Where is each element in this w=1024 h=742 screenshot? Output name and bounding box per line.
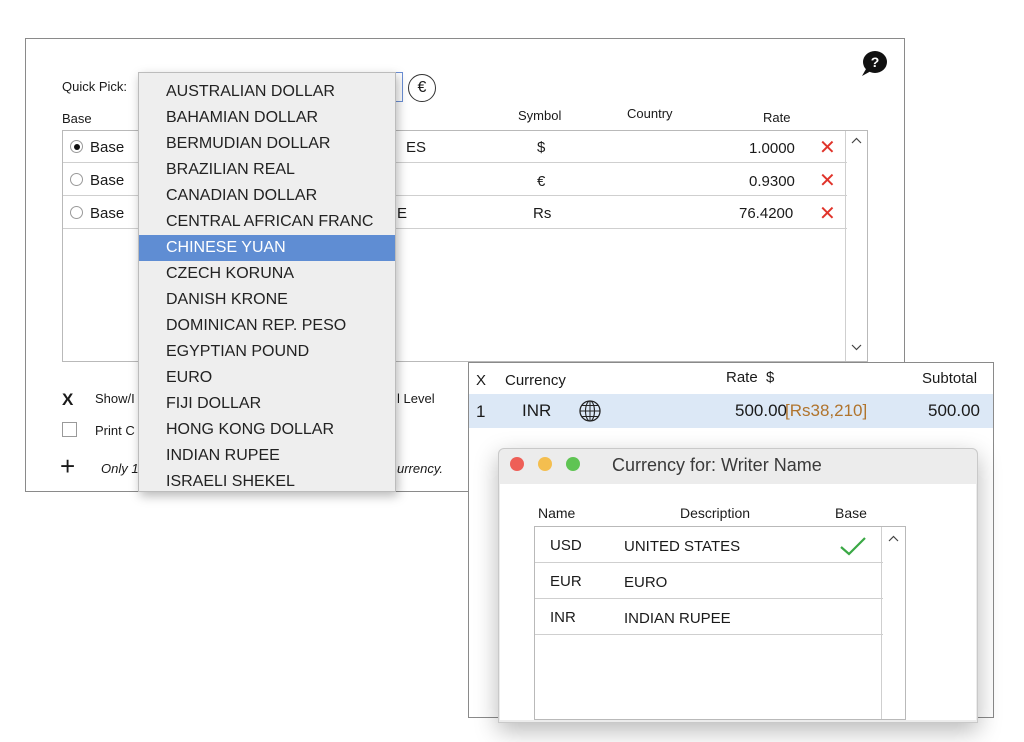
dialog-currency-table: USD UNITED STATES EUR EURO INR INDIAN RU… <box>534 526 906 720</box>
quick-pick-field-edge[interactable] <box>395 72 403 102</box>
base-radio[interactable] <box>70 206 83 219</box>
currency-symbol: $ <box>537 139 546 156</box>
scroll-up-icon[interactable] <box>851 137 862 144</box>
print-option-label: Print C <box>95 423 135 438</box>
quick-pick-label: Quick Pick: <box>62 79 128 94</box>
dropdown-item[interactable]: BAHAMIAN DOLLAR <box>139 105 395 131</box>
dropdown-item[interactable]: DOMINICAN REP. PESO <box>139 313 395 339</box>
column-header-symbol: Symbol <box>518 108 562 123</box>
line-item-subtotal: 500.00 <box>928 401 980 420</box>
dropdown-item[interactable]: FIJI DOLLAR <box>139 391 395 417</box>
currency-code: INR <box>550 609 576 626</box>
note-text-start: Only 1 <box>101 461 139 476</box>
table-row[interactable]: USD UNITED STATES <box>535 527 883 563</box>
help-icon[interactable]: ? <box>858 50 890 78</box>
column-header-name: Name <box>538 505 576 521</box>
base-radio[interactable] <box>70 140 83 153</box>
note-text-end: urrency. <box>397 461 443 476</box>
delete-icon[interactable]: ✕ <box>819 201 836 226</box>
euro-icon: € <box>417 79 427 96</box>
currency-name-fragment: E <box>397 205 408 222</box>
currency-rate[interactable]: 0.9300 <box>749 173 795 190</box>
line-item-currency: INR <box>522 401 552 420</box>
column-header-description: Description <box>680 505 751 521</box>
globe-icon[interactable] <box>578 399 602 423</box>
column-header-rate: Rate <box>763 110 791 125</box>
euro-icon-button[interactable]: € <box>408 74 436 102</box>
dropdown-item[interactable]: ISRAELI SHEKEL <box>139 469 395 491</box>
table-row[interactable]: INR INDIAN RUPEE <box>535 599 883 635</box>
column-header-currency: Currency <box>505 372 566 389</box>
show-option-label-end: l Level <box>397 391 435 406</box>
show-checkbox[interactable]: X <box>62 390 73 410</box>
column-header-country: Country <box>627 106 673 121</box>
currency-symbol: Rs <box>533 205 552 222</box>
dropdown-item[interactable]: CZECH KORUNA <box>139 261 395 287</box>
dialog-table-scrollbar[interactable] <box>881 527 905 719</box>
dialog-title: Currency for: Writer Name <box>612 455 822 475</box>
column-header-subtotal: Subtotal <box>922 370 978 387</box>
currency-description: UNITED STATES <box>624 538 741 555</box>
base-radio[interactable] <box>70 173 83 186</box>
scroll-up-icon[interactable] <box>888 535 899 542</box>
dropdown-item[interactable]: AUSTRALIAN DOLLAR <box>139 79 395 105</box>
close-window-button[interactable] <box>510 457 524 471</box>
base-check-icon <box>840 537 866 556</box>
base-label: Base <box>90 205 125 222</box>
delete-icon[interactable]: ✕ <box>819 135 836 160</box>
column-header-base: Base <box>835 505 867 521</box>
currency-description: EURO <box>624 574 668 591</box>
dropdown-item[interactable]: DANISH KRONE <box>139 287 395 313</box>
zoom-window-button[interactable] <box>566 457 580 471</box>
delete-icon[interactable]: ✕ <box>819 168 836 193</box>
base-label: Base <box>90 172 125 189</box>
currency-description: INDIAN RUPEE <box>624 610 731 627</box>
line-item-number: 1 <box>476 402 486 421</box>
minimize-window-button[interactable] <box>538 457 552 471</box>
dropdown-item[interactable]: CENTRAL AFRICAN FRANC <box>139 209 395 235</box>
dropdown-item[interactable]: HONG KONG DOLLAR <box>139 417 395 443</box>
dropdown-item[interactable]: EGYPTIAN POUND <box>139 339 395 365</box>
table-row[interactable]: EUR EURO <box>535 563 883 599</box>
column-header-base: Base <box>62 111 92 126</box>
currency-name-fragment: ES <box>406 139 427 156</box>
column-header-x: X <box>476 372 487 389</box>
line-item-converted-amount: [Rs38,210] <box>785 401 868 420</box>
currency-code: USD <box>550 537 582 554</box>
currency-rate[interactable]: 1.0000 <box>749 140 795 157</box>
scroll-down-icon[interactable] <box>851 344 862 351</box>
print-checkbox[interactable] <box>62 422 77 437</box>
dropdown-item[interactable]: INDIAN RUPEE <box>139 443 395 469</box>
show-option-label: Show/I <box>95 391 135 406</box>
quick-pick-dropdown[interactable]: AUSTRALIAN DOLLAR BAHAMIAN DOLLAR BERMUD… <box>138 72 396 492</box>
line-item-rate: 500.00 <box>735 401 787 420</box>
dropdown-item[interactable]: BERMUDIAN DOLLAR <box>139 131 395 157</box>
help-glyph: ? <box>871 54 880 70</box>
dropdown-item[interactable]: EURO <box>139 365 395 391</box>
dropdown-item[interactable]: CANADIAN DOLLAR <box>139 183 395 209</box>
column-header-rate: Rate $ <box>726 369 775 386</box>
base-label: Base <box>90 139 125 156</box>
table-scrollbar[interactable] <box>845 131 867 361</box>
dropdown-item[interactable]: BRAZILIAN REAL <box>139 157 395 183</box>
dropdown-item-selected[interactable]: CHINESE YUAN <box>139 235 395 261</box>
add-icon[interactable]: + <box>60 453 75 479</box>
currency-rate[interactable]: 76.4200 <box>739 205 793 222</box>
currency-code: EUR <box>550 573 582 590</box>
currency-symbol: € <box>537 173 546 190</box>
